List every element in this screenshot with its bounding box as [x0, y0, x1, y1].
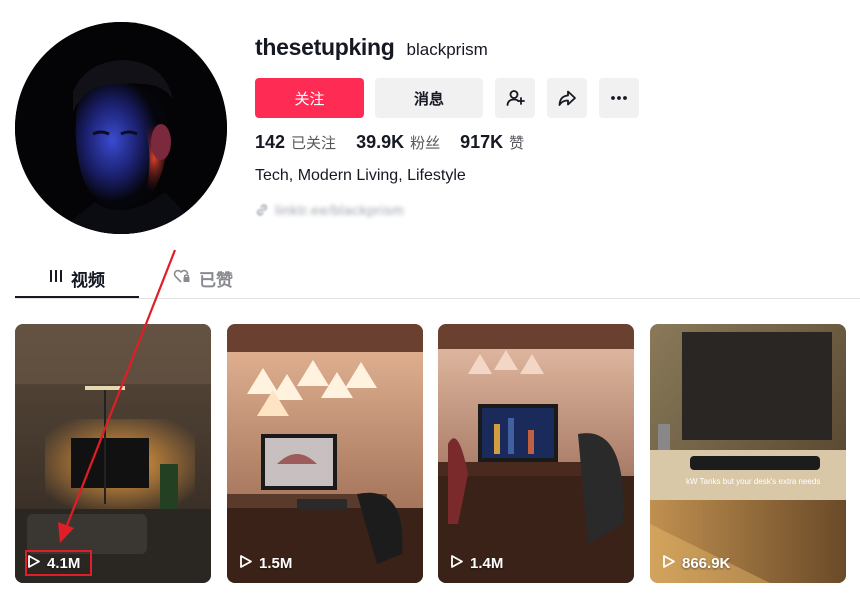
add-person-icon	[505, 88, 525, 108]
view-count: 1.4M	[450, 554, 503, 573]
add-friend-button[interactable]	[495, 78, 535, 118]
profile-link[interactable]: linktr.ee/blackprism	[255, 202, 404, 218]
stat-likes: 917K 赞	[460, 132, 524, 153]
profile-info: thesetupking blackprism	[255, 34, 488, 68]
video-card[interactable]: 1.5M	[227, 324, 423, 583]
stat-value: 39.9K	[356, 131, 405, 152]
play-icon	[239, 554, 253, 573]
video-card[interactable]: 1.4M	[438, 324, 634, 583]
link-icon	[255, 203, 269, 217]
liked-lock-icon	[173, 268, 191, 289]
annotation-highlight-box	[25, 550, 92, 576]
profile-avatar	[15, 22, 227, 234]
view-count-text: 866.9K	[682, 555, 731, 572]
stat-label: 赞	[509, 133, 525, 152]
tab-videos[interactable]: 视频	[15, 258, 139, 298]
video-card[interactable]: kW Tanks but your desk's extra needs 866…	[650, 324, 846, 583]
stat-label: 已关注	[291, 133, 337, 152]
profile-bio: Tech, Modern Living, Lifestyle	[255, 167, 466, 184]
video-thumbnail	[15, 324, 211, 583]
profile-stats: 142 已关注 39.9K 粉丝 917K 赞	[255, 130, 544, 154]
tab-liked-label: 已赞	[199, 270, 233, 291]
profile-nickname: blackprism	[406, 40, 488, 59]
share-icon	[557, 88, 577, 108]
stat-following[interactable]: 142 已关注	[255, 132, 336, 153]
view-count: 1.5M	[239, 554, 292, 573]
view-count: 866.9K	[662, 554, 730, 573]
message-button[interactable]: 消息	[375, 78, 483, 118]
tab-liked[interactable]: 已赞	[173, 258, 233, 298]
stat-label: 粉丝	[410, 133, 441, 152]
play-icon	[450, 554, 464, 573]
profile-tabs: 视频 已赞	[15, 258, 860, 299]
follow-button[interactable]: 关注	[255, 78, 364, 118]
play-icon	[662, 554, 676, 573]
share-button[interactable]	[547, 78, 587, 118]
stat-value: 142	[255, 131, 286, 152]
more-icon	[609, 88, 629, 108]
profile-username: thesetupking	[255, 34, 395, 60]
view-count-text: 1.4M	[470, 555, 504, 572]
video-thumbnail	[227, 324, 423, 583]
stat-followers[interactable]: 39.9K 粉丝	[356, 132, 440, 153]
video-card[interactable]: 4.1M	[15, 324, 211, 583]
profile-actions: 关注 消息	[255, 78, 639, 118]
video-thumbnail	[438, 324, 634, 583]
active-tab-indicator	[15, 296, 139, 298]
profile-link-text[interactable]: linktr.ee/blackprism	[275, 202, 404, 218]
grid-icon	[49, 268, 63, 288]
view-count-text: 1.5M	[259, 555, 293, 572]
video-caption-overlay: kW Tanks but your desk's extra needs	[686, 477, 821, 486]
stat-value: 917K	[460, 131, 504, 152]
tab-videos-label: 视频	[71, 270, 105, 291]
video-thumbnail	[650, 324, 846, 583]
more-button[interactable]	[599, 78, 639, 118]
